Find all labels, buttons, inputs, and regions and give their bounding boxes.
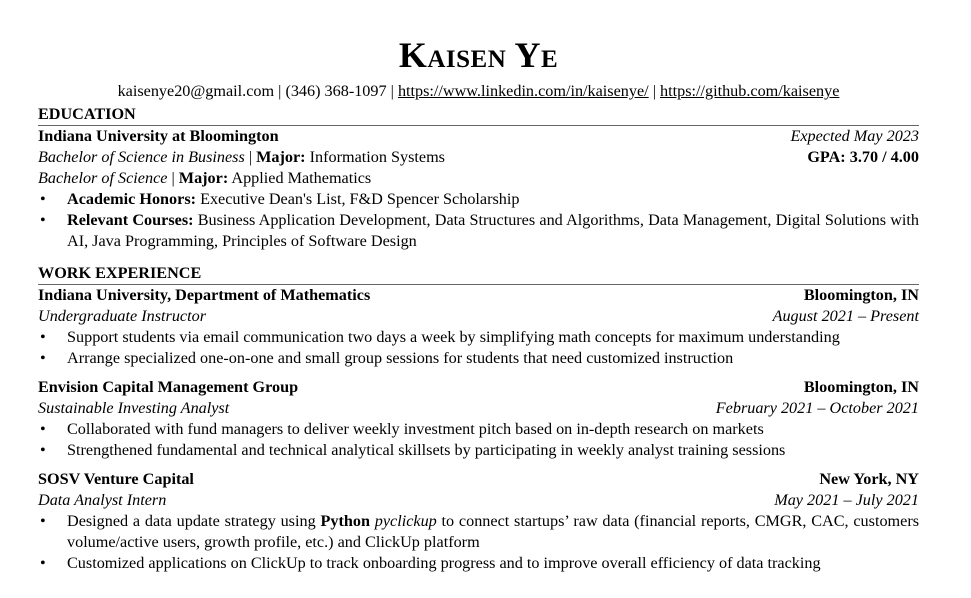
separator: | [274, 82, 286, 100]
degree-row-1: Bachelor of Science in Business | Major:… [38, 147, 919, 168]
major-label: Major: [178, 169, 229, 187]
major-2: Applied Mathematics [228, 169, 372, 187]
separator: | [386, 82, 398, 100]
job-role-row: Undergraduate Instructor August 2021 – P… [38, 306, 919, 327]
phone-text: (346) 368-1097 [285, 82, 387, 100]
education-heading: EDUCATION [38, 104, 919, 126]
degree-2: Bachelor of Science | Major: Applied Mat… [38, 168, 371, 189]
job-org: SOSV Venture Capital [38, 470, 194, 488]
contact-line: kaisenye20@gmail.com | (346) 368-1097 | … [38, 80, 919, 102]
job-dates: February 2021 – October 2021 [715, 399, 919, 417]
job-header-row: Envision Capital Management Group Bloomi… [38, 377, 919, 398]
job-bullet: Collaborated with fund managers to deliv… [38, 419, 919, 440]
job-bullet: Arrange specialized one-on-one and small… [38, 348, 919, 369]
job-dates: May 2021 – July 2021 [774, 491, 919, 509]
job-bullets: Collaborated with fund managers to deliv… [38, 419, 919, 461]
bullet-python: Python [320, 512, 370, 530]
school-name: Indiana University at Bloomington [38, 127, 279, 145]
honors-item: Academic Honors: Executive Dean's List, … [38, 189, 919, 210]
work-heading: WORK EXPERIENCE [38, 263, 919, 285]
courses-item: Relevant Courses: Business Application D… [38, 210, 919, 252]
job-org: Envision Capital Management Group [38, 378, 299, 396]
job-role: Data Analyst Intern [38, 491, 167, 509]
degree-2-name: Bachelor of Science [38, 169, 168, 187]
linkedin-link[interactable]: https://www.linkedin.com/in/kaisenye/ [398, 82, 649, 100]
job-role-row: Data Analyst Intern May 2021 – July 2021 [38, 490, 919, 511]
graduation-date: Expected May 2023 [790, 127, 919, 145]
degree-1: Bachelor of Science in Business | Major:… [38, 147, 445, 168]
job-org: Indiana University, Department of Mathem… [38, 286, 371, 304]
candidate-name: Kaisen Ye [398, 35, 559, 75]
major-1: Information Systems [305, 148, 445, 166]
job-bullet: Customized applications on ClickUp to tr… [38, 553, 919, 574]
job-location: New York, NY [819, 470, 919, 488]
major-label: Major: [256, 148, 306, 166]
email-text: kaisenye20@gmail.com [117, 82, 275, 100]
education-school-row: Indiana University at Bloomington Expect… [38, 126, 919, 147]
resume-page: Kaisen Ye kaisenye20@gmail.com | (346) 3… [0, 0, 971, 598]
degree-row-2: Bachelor of Science | Major: Applied Mat… [38, 168, 919, 189]
courses-label: Relevant Courses: [67, 211, 194, 229]
job-role: Sustainable Investing Analyst [38, 399, 230, 417]
github-link[interactable]: https://github.com/kaisenye [660, 82, 839, 100]
job-bullet: Strengthened fundamental and technical a… [38, 440, 919, 461]
job-dates: August 2021 – Present [772, 307, 919, 325]
job-bullet: Designed a data update strategy using Py… [38, 511, 919, 553]
degree-separator: | [167, 169, 179, 187]
job-role-row: Sustainable Investing Analyst February 2… [38, 398, 919, 419]
degree-separator: | [244, 148, 257, 166]
degree-1-name: Bachelor of Science in Business [38, 148, 245, 166]
job-header-row: SOSV Venture Capital New York, NY [38, 469, 919, 490]
job-location: Bloomington, IN [803, 378, 919, 396]
job-location: Bloomington, IN [803, 286, 919, 304]
bullet-pyclickup: pyclickup [374, 512, 437, 530]
job-role: Undergraduate Instructor [38, 307, 207, 325]
education-bullets: Academic Honors: Executive Dean's List, … [38, 189, 919, 252]
job-header-row: Indiana University, Department of Mathem… [38, 285, 919, 306]
job-bullets: Designed a data update strategy using Py… [38, 511, 919, 574]
separator: | [648, 82, 661, 100]
honors-label: Academic Honors: [67, 190, 197, 208]
gpa: GPA: 3.70 / 4.00 [807, 148, 919, 166]
honors-text: Executive Dean's List, F&D Spencer Schol… [196, 190, 520, 208]
courses-text: Business Application Development, Data S… [67, 211, 919, 250]
bullet-text: Designed a data update strategy using [67, 512, 321, 530]
job-bullets: Support students via email communication… [38, 327, 919, 369]
job-bullet: Support students via email communication… [38, 327, 919, 348]
